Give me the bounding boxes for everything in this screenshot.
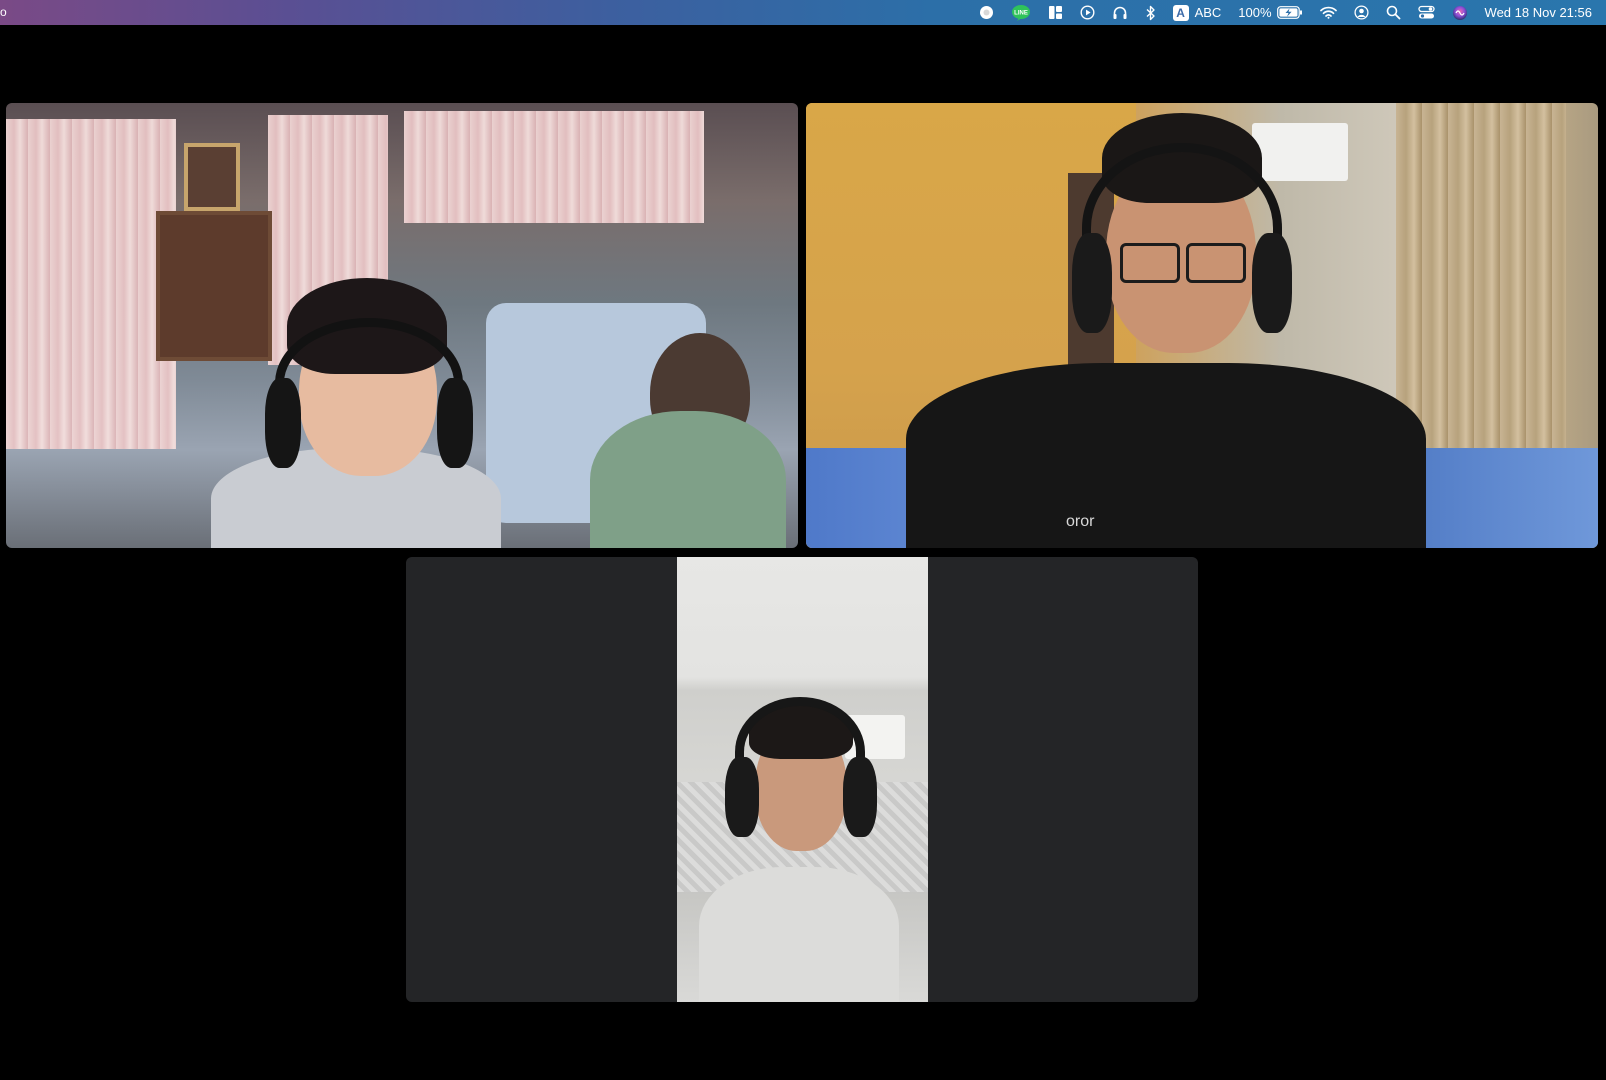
- menu-bar-status-area: LINE A ABC 100% Wed 18 Nov 21:56: [962, 0, 1606, 25]
- participant-3-person: [699, 697, 899, 1002]
- spotlight-search-icon[interactable]: [1386, 0, 1401, 25]
- play-icon[interactable]: [1080, 0, 1095, 25]
- input-source-menu[interactable]: A ABC: [1172, 0, 1222, 25]
- framed-picture: [184, 143, 240, 211]
- clock[interactable]: Wed 18 Nov 21:56: [1485, 0, 1592, 25]
- background-person: [566, 333, 786, 548]
- participant-2-person: oror: [906, 113, 1426, 548]
- line-app-icon[interactable]: LINE: [1011, 0, 1031, 25]
- window-manager-icon[interactable]: [1048, 0, 1063, 25]
- menu-bar-datetime: Wed 18 Nov 21:56: [1484, 5, 1592, 20]
- participant-3-video: [677, 557, 928, 1002]
- siri-icon[interactable]: [1452, 0, 1468, 25]
- shirt-print-text: oror: [1066, 513, 1095, 530]
- curtain-top: [404, 111, 704, 223]
- battery-status[interactable]: 100%: [1238, 0, 1302, 25]
- curtain-left: [6, 119, 176, 449]
- headphones-icon[interactable]: [1112, 0, 1128, 25]
- input-source-icon: A: [1172, 4, 1189, 21]
- menu-bar: o LINE A ABC 100% Wed 18 Nov 21:56: [0, 0, 1606, 25]
- battery-icon: [1276, 6, 1303, 19]
- control-center-icon[interactable]: [1417, 0, 1435, 25]
- svg-text:LINE: LINE: [1014, 10, 1028, 16]
- circle-status-icon[interactable]: [979, 0, 994, 25]
- bluetooth-icon[interactable]: [1145, 0, 1156, 25]
- user-account-icon[interactable]: [1353, 0, 1369, 25]
- participant-video-tile-3[interactable]: [406, 557, 1198, 1002]
- menu-bar-left-glyph: o: [0, 5, 7, 19]
- battery-percent: 100%: [1238, 5, 1272, 20]
- desktop-screen: o LINE A ABC 100% Wed 18 Nov 21:56 oror: [0, 0, 1606, 1080]
- input-source-label: ABC: [1194, 5, 1222, 20]
- participant-1-person: [211, 278, 501, 548]
- wifi-icon[interactable]: [1319, 0, 1337, 25]
- participant-video-tile-2[interactable]: oror: [806, 103, 1598, 548]
- participant-video-tile-1[interactable]: [6, 103, 798, 548]
